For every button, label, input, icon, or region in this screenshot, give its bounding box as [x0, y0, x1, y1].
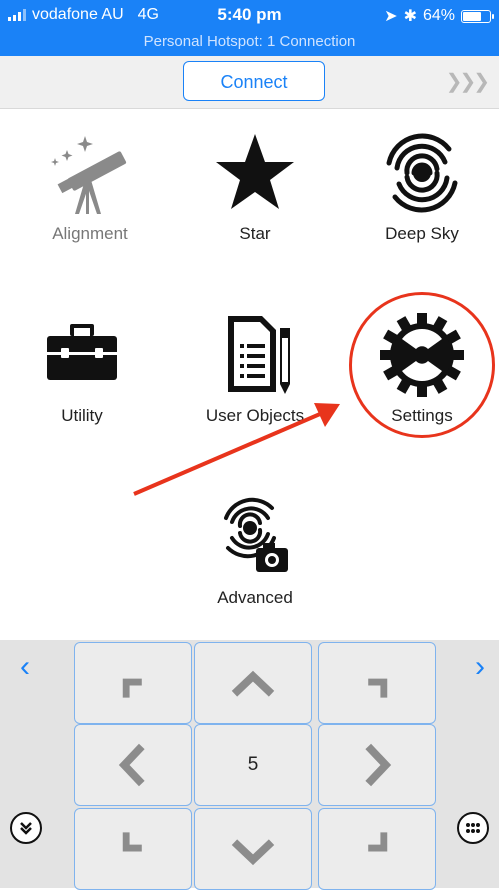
- corner-down-right-icon: [368, 832, 388, 852]
- pad-button-up-left[interactable]: [74, 642, 192, 724]
- pad-button-down-right[interactable]: [318, 808, 436, 890]
- toolbar: Connect ❯❯❯: [0, 56, 499, 109]
- menu-label-deep-sky: Deep Sky: [385, 224, 459, 243]
- triple-chevron-right-icon[interactable]: ❯❯❯: [446, 69, 490, 94]
- toolbox-icon: [47, 324, 117, 380]
- corner-up-right-icon: [368, 678, 388, 698]
- status-bar: vodafone AU 4G 5:40 pm ➤ ✱ 64% Personal …: [0, 0, 499, 56]
- menu-item-star[interactable]: Star: [185, 128, 325, 244]
- telescope-icon: [51, 136, 127, 214]
- menu-item-user-objects[interactable]: User Objects: [185, 310, 325, 426]
- galaxy-icon: [386, 133, 458, 213]
- double-chevron-down-icon: [20, 822, 32, 835]
- keypad-toggle-button[interactable]: [457, 812, 489, 844]
- document-pencil-icon: [228, 316, 290, 394]
- menu-label-user-objects: User Objects: [205, 406, 305, 425]
- menu-label-utility: Utility: [61, 406, 103, 425]
- battery-percent: 64%: [422, 7, 455, 24]
- status-right: ➤ ✱ 64%: [384, 6, 494, 26]
- pad-button-center[interactable]: 5: [194, 724, 312, 806]
- chevron-left-icon: [118, 743, 145, 787]
- annotation-circle: [349, 292, 495, 438]
- corner-up-left-icon: [122, 678, 142, 698]
- menu-item-advanced[interactable]: Advanced: [185, 492, 325, 608]
- pad-button-left[interactable]: [74, 724, 192, 806]
- chevron-left-icon[interactable]: ‹: [20, 650, 30, 684]
- battery-icon: [461, 9, 494, 23]
- menu-label-star: Star: [239, 224, 271, 243]
- keypad-grid-icon: [466, 823, 480, 833]
- bluetooth-icon: ✱: [403, 8, 417, 25]
- pad-button-down[interactable]: [194, 808, 312, 890]
- hotspot-banner[interactable]: Personal Hotspot: 1 Connection: [0, 33, 499, 50]
- speed-value: 5: [247, 754, 259, 775]
- chevron-down-icon: [231, 839, 275, 866]
- direction-keypad: ‹ › 5: [0, 640, 499, 890]
- pad-button-down-left[interactable]: [74, 808, 192, 890]
- chevron-right-icon: [365, 743, 392, 787]
- corner-down-left-icon: [122, 832, 142, 852]
- chevron-up-icon: [231, 670, 275, 697]
- menu-item-utility[interactable]: Utility: [12, 310, 152, 426]
- galaxy-camera-icon: [224, 497, 288, 572]
- pad-button-up[interactable]: [194, 642, 312, 724]
- menu-item-alignment[interactable]: Alignment: [20, 128, 160, 244]
- collapse-button[interactable]: [10, 812, 42, 844]
- menu-label-alignment: Alignment: [52, 224, 128, 243]
- menu-label-advanced: Advanced: [217, 588, 293, 607]
- star-icon: [216, 134, 294, 209]
- connect-button[interactable]: Connect: [183, 61, 325, 101]
- pad-button-up-right[interactable]: [318, 642, 436, 724]
- pad-button-right[interactable]: [318, 724, 436, 806]
- menu-item-deep-sky[interactable]: Deep Sky: [352, 128, 492, 244]
- location-icon: ➤: [384, 8, 398, 25]
- battery-fill: [463, 11, 481, 21]
- chevron-right-icon[interactable]: ›: [475, 650, 485, 684]
